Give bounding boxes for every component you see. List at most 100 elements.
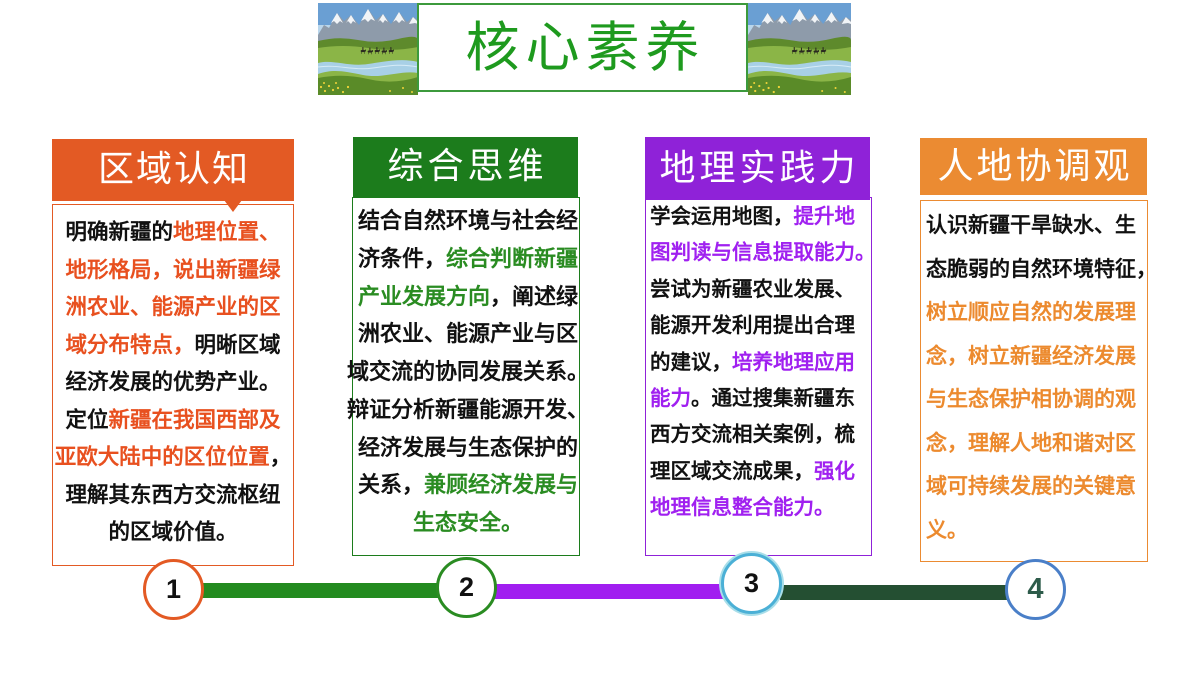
competency-title: 地理实践力 <box>659 147 860 189</box>
text-line: 结合自然环境与社会经 <box>354 203 582 241</box>
text-line: 与生态保护相协调的观 <box>926 378 1148 422</box>
text-line: 树立顺应自然的发展理 <box>926 291 1148 335</box>
body-text: 经济发展的优势产业。 <box>65 370 281 395</box>
body-text: 能源开发利用提出合理 <box>650 313 855 338</box>
title-box: 核心素养 <box>417 3 748 92</box>
competency-description: 结合自然环境与社会经 济条件， 综合判断新疆产业发展方向 ，阐述绿洲农业、能源产业与区… <box>347 203 589 543</box>
text-line: 生态安全。 <box>354 505 582 543</box>
callout-pointer <box>224 200 242 212</box>
text-line: 产业发展方向 ，阐述绿 <box>354 279 582 317</box>
body-text: 的建议， <box>650 349 732 374</box>
text-line: 洲农业、能源产业的区 <box>52 289 294 327</box>
competency-description: 明确新疆的 地理位置、 地形格局，说出新疆绿 洲农业、能源产业的区 域分布特点， 明晰区域… <box>52 214 294 552</box>
slide: 核心素养 区域认知 明确新疆的 地理位置、地形格局，说出新疆绿 洲农业、能源产业的区… <box>0 0 1200 675</box>
step-marker: 1 <box>143 559 204 620</box>
step-marker: 3 <box>721 553 782 614</box>
text-line: 的建议， 培养地理应用 <box>650 344 872 380</box>
highlighted-text: 新疆在我国西部及 <box>108 407 281 433</box>
body-text: 的区域价值。 <box>108 520 238 545</box>
text-line: 能源开发利用提出合理 <box>650 307 872 343</box>
body-text: 明确新疆的 <box>65 220 173 245</box>
body-text: 关系， <box>357 473 424 499</box>
highlighted-text: 培养地理应用 <box>732 349 855 374</box>
highlighted-text: 念，树立新疆经济发展 <box>926 343 1136 368</box>
body-text: 理区域交流成果， <box>650 458 814 483</box>
highlighted-text: 树立顺应自然的发展理 <box>926 300 1136 324</box>
landscape-photo <box>748 3 851 95</box>
competency-header: 区域认知 <box>52 139 294 201</box>
highlighted-text: 图判读与信息提取能力。 <box>650 240 876 265</box>
text-line: 地理信息整合能力。 <box>650 489 872 525</box>
highlighted-text: 产业发展方向 <box>357 284 490 310</box>
text-line: 图判读与信息提取能力。 <box>650 234 876 270</box>
body-text: 态脆弱的自然环境特征， <box>926 256 1157 281</box>
highlighted-text: 生态安全。 <box>412 511 523 536</box>
highlighted-text: 洲农业、能源产业的区 <box>65 295 281 320</box>
competency-title: 人地协调观 <box>937 145 1133 187</box>
body-text: 明晰区域 <box>194 332 281 358</box>
highlighted-text: 域可持续发展的关键意 <box>926 474 1136 498</box>
timeline-connector <box>200 583 442 598</box>
text-line: 地形格局，说出新疆绿 <box>52 252 294 290</box>
text-line: 理解其东西方交流枢纽 <box>52 477 294 515</box>
text-line: 域可持续发展的关键意 <box>926 465 1148 509</box>
body-text: 学会运用地图， <box>650 204 794 228</box>
body-text: 认识新疆干旱缺水、生 <box>926 213 1136 237</box>
competency-title: 综合思维 <box>387 146 548 187</box>
body-text: 洲农业、能源产业与区 <box>357 322 578 348</box>
text-line: 辩证分析新疆能源开发、 <box>347 392 589 430</box>
body-text: 结合自然环境与社会经 <box>357 209 578 234</box>
highlighted-text: 地形格局，说出新疆绿 <box>65 257 281 283</box>
text-line: 关系， 兼顾经济发展与 <box>354 467 582 505</box>
step-marker: 2 <box>436 557 497 618</box>
body-text: 辩证分析新疆能源开发、 <box>347 397 590 423</box>
competency-description: 认识新疆干旱缺水、生 态脆弱的自然环境特征， 树立顺应自然的发展理 念，树立新疆经济发… <box>926 204 1157 553</box>
text-line: 尝试为新疆农业发展、 <box>650 271 872 307</box>
body-text: 西方交流相关案例，梳 <box>650 422 855 447</box>
text-line: 认识新疆干旱缺水、生 <box>926 204 1148 248</box>
text-line: 理区域交流成果， 强化 <box>650 453 872 489</box>
text-line: 态脆弱的自然环境特征， <box>926 248 1157 292</box>
highlighted-text: 域分布特点， <box>65 332 195 358</box>
text-line: 西方交流相关案例，梳 <box>650 416 872 452</box>
text-line: 域交流的协同发展关系。 <box>347 354 589 392</box>
highlighted-text: 强化 <box>814 458 855 483</box>
text-line: 能力 。通过搜集新疆东 <box>650 380 872 416</box>
body-text: 尝试为新疆农业发展、 <box>650 276 855 301</box>
text-line: 洲农业、能源产业与区 <box>354 316 582 354</box>
body-text: 。通过搜集新疆东 <box>691 385 855 410</box>
timeline-connector <box>494 584 726 599</box>
competency-header: 地理实践力 <box>645 137 870 200</box>
competency-title: 区域认知 <box>97 149 250 190</box>
body-text: ，阐述绿 <box>490 284 579 310</box>
step-marker: 4 <box>1005 559 1066 620</box>
text-line: 明确新疆的 地理位置、 <box>52 214 294 252</box>
text-line: 经济发展与生态保护的 <box>354 430 582 468</box>
competency-header: 综合思维 <box>353 137 578 197</box>
text-line: 的区域价值。 <box>52 514 294 552</box>
text-line: 义。 <box>926 509 1148 553</box>
highlighted-text: 提升地 <box>793 204 856 228</box>
text-line: 域分布特点， 明晰区域 <box>52 327 294 365</box>
text-line: 亚欧大陆中的区位位置， <box>52 439 294 477</box>
body-text: 经济发展与生态保护的 <box>357 435 578 461</box>
text-line: 定位 新疆在我国西部及 <box>52 402 294 440</box>
highlighted-text: 综合判断新疆 <box>446 246 579 272</box>
text-line: 念，树立新疆经济发展 <box>926 335 1148 379</box>
body-text: ， <box>269 445 292 470</box>
body-text: 济条件， <box>357 246 446 272</box>
text-line: 经济发展的优势产业。 <box>52 364 294 402</box>
highlighted-text: 与生态保护相协调的观 <box>926 387 1136 411</box>
highlighted-text: 念，理解人地和谐对区 <box>926 430 1136 455</box>
body-text: 定位 <box>65 407 109 433</box>
timeline-connector <box>780 585 1010 600</box>
highlighted-text: 能力 <box>650 385 691 410</box>
body-text: 理解其东西方交流枢纽 <box>65 482 281 508</box>
highlighted-text: 亚欧大陆中的区位位置 <box>54 445 270 470</box>
landscape-photo <box>318 3 418 95</box>
competency-description: 学会运用地图， 提升地图判读与信息提取能力。 尝试为新疆农业发展、 能源开发利用提出合… <box>650 198 876 526</box>
text-line: 念，理解人地和谐对区 <box>926 422 1148 466</box>
highlighted-text: 兼顾经济发展与 <box>424 473 579 499</box>
competency-header: 人地协调观 <box>920 138 1147 195</box>
highlighted-text: 地理信息整合能力。 <box>650 495 835 520</box>
